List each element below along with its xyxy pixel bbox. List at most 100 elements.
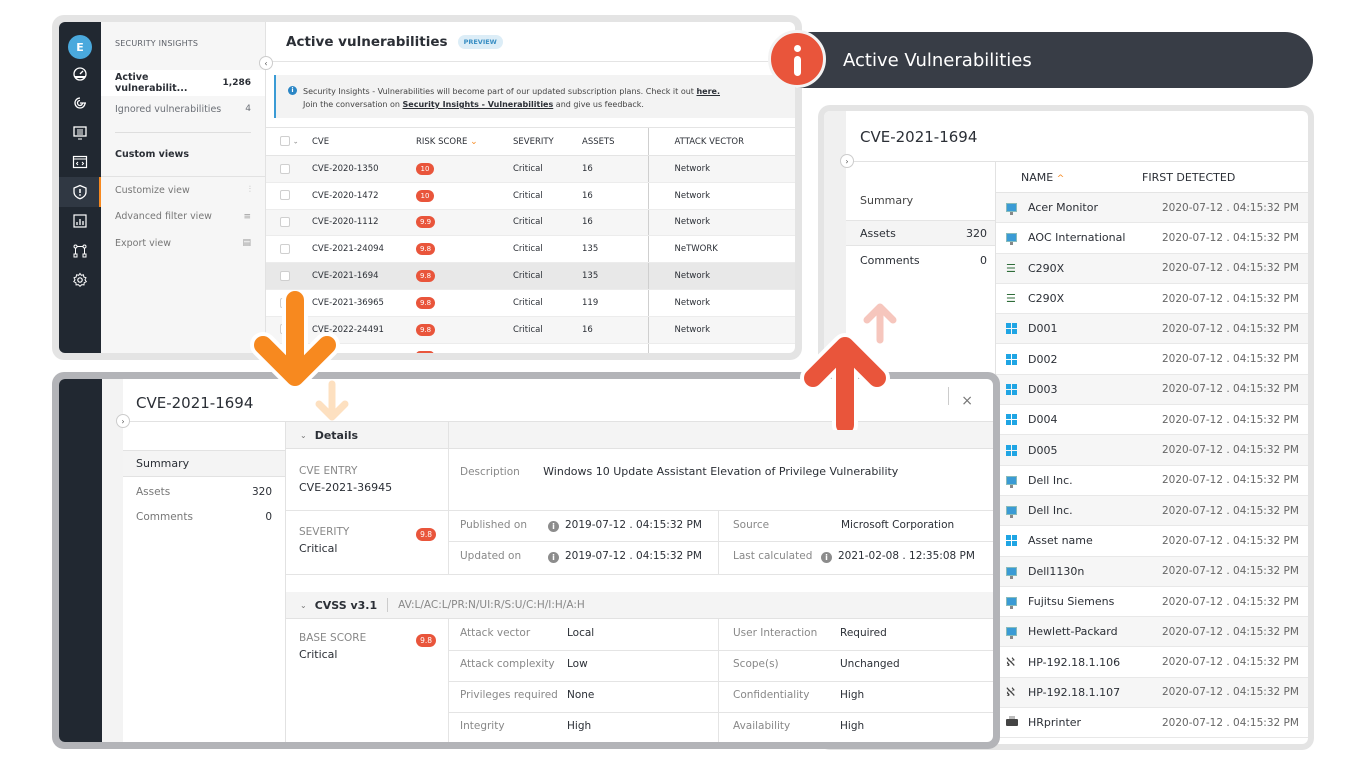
side-item-comments[interactable]: Comments 0 (846, 247, 995, 273)
asset-name[interactable]: Dell1130n (1028, 565, 1162, 578)
row-checkbox[interactable] (280, 163, 290, 174)
row-checkbox[interactable] (280, 217, 290, 228)
asset-row[interactable]: Fujitsu Siemens 2020-07-12 . 04:15:32 PM (996, 587, 1308, 618)
asset-name[interactable]: Fujitsu Siemens (1028, 595, 1162, 608)
cvss-metric: Scope(s) Unchanged (733, 658, 900, 670)
side-item-comments[interactable]: Comments 0 (136, 511, 272, 523)
table-row[interactable]: CVE-2020-1472 10 Critical 16 Network (266, 182, 795, 210)
select-all-header[interactable]: ⌄ (266, 127, 312, 156)
side-item-summary[interactable]: Summary (123, 450, 285, 477)
asset-name[interactable]: Dell Inc. (1028, 504, 1162, 517)
shield-alert-icon[interactable] (59, 177, 101, 207)
cve-id[interactable]: CVE-2021-24094 (312, 235, 416, 264)
monitor-icon (1006, 203, 1017, 216)
column-header-first-detected[interactable]: FIRST DETECTED (1142, 171, 1235, 184)
asset-row[interactable]: Dell Inc. 2020-07-12 . 04:15:32 PM (996, 495, 1308, 527)
column-header-risk-score[interactable]: RISK SCORE ⌄ (416, 127, 513, 156)
asset-name[interactable]: D003 (1028, 383, 1162, 396)
table-row[interactable] (266, 343, 795, 353)
cve-id[interactable]: CVE-2020-1472 (312, 182, 416, 210)
info-icon[interactable]: i (548, 521, 559, 532)
monitor-icon (1006, 506, 1017, 519)
table-row[interactable]: CVE-2021-36965 9.8 Critical 119 Network (266, 289, 795, 317)
asset-row[interactable]: Acer Monitor 2020-07-12 . 04:15:32 PM (996, 193, 1308, 224)
side-item-summary[interactable]: Summary (860, 194, 913, 207)
column-header-name[interactable]: NAME ^ (996, 171, 1142, 184)
asset-name[interactable]: D005 (1028, 444, 1162, 457)
column-header-assets[interactable]: ASSETS (582, 127, 648, 156)
subnav-item-active-vulnerabilities[interactable]: Active vulnerabilit... 1,286 (101, 70, 265, 96)
select-all-checkbox[interactable] (280, 136, 290, 147)
asset-row[interactable]: AOC International 2020-07-12 . 04:15:32 P… (996, 223, 1308, 254)
asset-row[interactable]: HRprinter 2020-07-12 . 04:15:32 PM (996, 708, 1308, 739)
chevron-down-icon[interactable]: ⌄ (293, 138, 299, 146)
cve-id[interactable]: CVE-2021-1694 (312, 262, 416, 290)
first-detected: 2020-07-12 . 04:15:32 PM (1162, 595, 1299, 608)
asset-row[interactable]: Dell Inc. 2020-07-12 . 04:15:32 PM (996, 466, 1308, 496)
asset-name[interactable]: HRprinter (1028, 716, 1162, 729)
asset-name[interactable]: C290X (1028, 292, 1162, 305)
row-checkbox[interactable] (280, 244, 290, 255)
side-item-assets[interactable]: Assets 320 (846, 220, 995, 246)
table-row[interactable]: CVE-2022-24491 9.8 Critical 16 Network (266, 316, 795, 344)
dashboard-icon[interactable] (59, 59, 101, 89)
table-row[interactable]: CVE-2020-1112 9.9 Critical 16 Network (266, 209, 795, 237)
table-row[interactable]: CVE-2021-1694 9.8 Critical 135 Network (266, 262, 795, 290)
asset-row[interactable]: ☰ C290X 2020-07-12 . 04:15:32 PM (996, 284, 1308, 315)
asset-row[interactable]: ℵ HP-192.18.1.106 2020-07-12 . 04:15:32 PM (996, 647, 1308, 678)
asset-row[interactable]: D003 2020-07-12 . 04:15:32 PM (996, 374, 1308, 406)
asset-row[interactable]: Asset name 2020-07-12 . 04:15:32 PM (996, 526, 1308, 557)
export-view-button[interactable]: Export view ▤ (101, 230, 265, 257)
icon-rail (59, 379, 102, 742)
cve-id[interactable]: CVE-2020-1112 (312, 209, 416, 237)
asset-row[interactable]: ℵ HP-192.18.1.107 2020-07-12 . 04:15:32 PM (996, 677, 1308, 709)
asset-name[interactable]: Hewlett-Packard (1028, 625, 1162, 638)
settings-gear-icon[interactable] (59, 266, 101, 296)
asset-name[interactable]: D004 (1028, 413, 1162, 426)
monitor-list-icon[interactable] (59, 118, 101, 148)
asset-row[interactable]: D004 2020-07-12 . 04:15:32 PM (996, 405, 1308, 436)
collapse-subnav-button[interactable]: ‹ (259, 56, 273, 70)
column-header-severity[interactable]: SEVERITY (513, 127, 582, 156)
network-topology-icon[interactable] (59, 236, 101, 266)
asset-row[interactable]: D001 2020-07-12 . 04:15:32 PM (996, 314, 1308, 345)
windows-icon (1006, 414, 1017, 426)
cve-id[interactable]: CVE-2020-1350 (312, 155, 416, 183)
asset-row[interactable]: D005 2020-07-12 . 04:15:32 PM (996, 435, 1308, 466)
subnav-item-ignored-vulnerabilities[interactable]: Ignored vulnerabilities 4 (101, 96, 265, 122)
asset-row[interactable]: Hewlett-Packard 2020-07-12 . 04:15:32 PM (996, 617, 1308, 648)
asset-name[interactable]: D002 (1028, 353, 1162, 366)
asset-row[interactable]: Dell1130n 2020-07-12 . 04:15:32 PM (996, 556, 1308, 587)
close-button[interactable]: × (961, 393, 973, 409)
user-avatar[interactable]: E (68, 35, 92, 59)
column-header-cve[interactable]: CVE (312, 127, 416, 156)
advanced-filter-view-button[interactable]: Advanced filter view ≡ (101, 204, 265, 231)
side-item-assets[interactable]: Assets 320 (136, 486, 272, 498)
asset-name[interactable]: HP-192.18.1.106 (1028, 656, 1162, 669)
code-window-icon[interactable] (59, 148, 101, 178)
asset-name[interactable]: C290X (1028, 262, 1162, 275)
asset-name[interactable]: D001 (1028, 322, 1162, 335)
asset-row[interactable]: D002 2020-07-12 . 04:15:32 PM (996, 344, 1308, 375)
row-checkbox[interactable] (280, 190, 290, 201)
info-icon[interactable]: i (821, 552, 832, 563)
cvss-section-header[interactable]: ⌄ CVSS v3.1 AV:L/AC:L/PR:N/UI:R/S:U/C:H/… (286, 592, 993, 619)
info-icon[interactable]: i (548, 552, 559, 563)
report-chart-icon[interactable] (59, 207, 101, 237)
customize-view-button[interactable]: Customize view ⫶ (101, 177, 265, 204)
table-row[interactable]: CVE-2021-24094 9.8 Critical 135 NeTWORK (266, 235, 795, 264)
asset-name[interactable]: AOC International (1028, 231, 1162, 244)
asset-name[interactable]: Asset name (1028, 534, 1162, 547)
radar-icon[interactable] (59, 89, 101, 119)
asset-name[interactable]: Dell Inc. (1028, 474, 1162, 487)
asset-name[interactable]: HP-192.18.1.107 (1028, 686, 1162, 699)
asset-name[interactable]: Acer Monitor (1028, 201, 1162, 214)
custom-views-header[interactable]: Custom views (101, 133, 265, 177)
here-link[interactable]: here. (696, 87, 720, 96)
risk-score-badge: 10 (416, 189, 434, 202)
row-checkbox[interactable] (280, 270, 290, 281)
security-insights-link[interactable]: Security Insights - Vulnerabilities (403, 100, 554, 109)
table-row[interactable]: CVE-2020-1350 10 Critical 16 Network (266, 155, 795, 183)
asset-row[interactable]: ☰ C290X 2020-07-12 . 04:15:32 PM (996, 253, 1308, 284)
column-header-attack-vector[interactable]: ATTACK VECTOR (647, 127, 795, 156)
